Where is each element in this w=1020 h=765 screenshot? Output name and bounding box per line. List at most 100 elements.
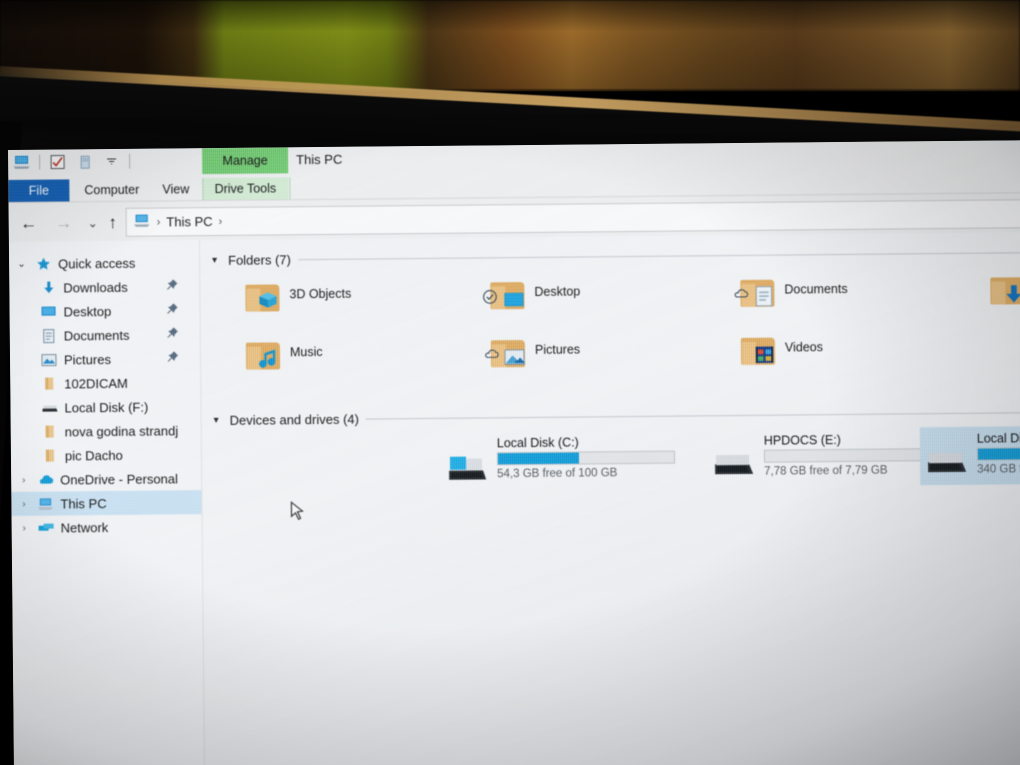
- drive-capacity-fill: [977, 447, 1020, 460]
- group-divider-folders: [297, 251, 1020, 260]
- cloud-icon: [732, 287, 749, 302]
- contextual-tab-manage[interactable]: Manage: [201, 147, 289, 175]
- group-divider-devices: [365, 411, 1020, 420]
- pin-icon[interactable]: [167, 327, 178, 341]
- chevron-down-icon: ⌄: [87, 216, 98, 231]
- chevron-down-icon-folders[interactable]: ▾: [208, 254, 221, 265]
- file-explorer-window: Manage This PC File Computer View Drive …: [8, 140, 1020, 765]
- tab-view[interactable]: View: [162, 178, 189, 200]
- chevron-down-icon[interactable]: ⌄: [15, 258, 28, 269]
- drive-capacity-bar: [496, 450, 676, 466]
- this-pc-icon[interactable]: [12, 153, 31, 172]
- forward-button[interactable]: →: [54, 213, 74, 233]
- customize-chevron-icon[interactable]: [102, 152, 121, 171]
- window-title: This PC: [296, 151, 343, 168]
- tab-file[interactable]: File: [8, 179, 70, 202]
- folder-tile[interactable]: Desktop: [490, 279, 580, 312]
- folder-tile[interactable]: Downloads: [990, 274, 1020, 307]
- drive-free-space-label: 340 GB free of 815 GB: [977, 463, 1020, 476]
- qat-divider-2: [129, 153, 131, 169]
- folder-tile[interactable]: Pictures: [490, 337, 580, 370]
- content-pane[interactable]: ▾ Folders (7) 3D Objects Desktop Documents…: [199, 232, 1020, 765]
- sidebar-item-label: nova godina strandj: [64, 422, 179, 439]
- folder-tile[interactable]: Documents: [740, 276, 848, 309]
- folder-tile[interactable]: Music: [245, 339, 323, 372]
- sidebar-item-network[interactable]: › Network: [12, 514, 202, 540]
- sidebar-item-local-disk-f[interactable]: Local Disk (F:): [10, 394, 200, 420]
- sidebar-item-label: Network: [60, 519, 109, 536]
- drive-info: HPDOCS (E:) 7,78 GB free of 7,79 GB: [763, 432, 943, 479]
- star-icon: [34, 256, 52, 272]
- drive-name: Local Disk (C:): [496, 435, 579, 451]
- sidebar-item-documents[interactable]: Documents: [10, 322, 200, 348]
- folder-tile[interactable]: 3D Objects: [245, 281, 351, 314]
- drive-capacity-fill: [497, 452, 579, 465]
- drive-name: HPDOCS (E:): [763, 433, 841, 448]
- pin-icon[interactable]: [167, 351, 178, 365]
- folder-tile-label: 3D Objects: [289, 286, 352, 302]
- sidebar-item-label: Local Disk (F:): [64, 399, 149, 415]
- sidebar-item-label: Pictures: [63, 351, 112, 367]
- properties-icon[interactable]: [48, 152, 67, 171]
- breadcrumb-separator-2[interactable]: ›: [219, 215, 223, 227]
- sidebar-item-label: Documents: [63, 327, 130, 343]
- breadcrumb-this-pc-icon[interactable]: [133, 214, 151, 231]
- drive-name: Local Disk (F:): [976, 431, 1020, 446]
- sidebar-item-label: Downloads: [63, 279, 128, 295]
- folder-icon: [41, 424, 59, 440]
- sidebar-item-desktop[interactable]: Desktop: [9, 298, 199, 324]
- folder-tile-label: Videos: [784, 340, 823, 355]
- sidebar-item-downloads[interactable]: Downloads: [9, 274, 199, 300]
- back-button[interactable]: ←: [19, 214, 39, 234]
- chevron-down-icon-devices[interactable]: ▾: [210, 414, 223, 425]
- network-icon: [37, 520, 55, 536]
- breadcrumb[interactable]: › This PC ›: [125, 199, 1020, 237]
- synced-check-icon: [482, 289, 497, 307]
- up-button[interactable]: ↑: [103, 213, 123, 233]
- new-folder-icon[interactable]: [75, 152, 94, 171]
- pin-icon[interactable]: [166, 303, 178, 317]
- tab-computer[interactable]: Computer: [84, 179, 139, 202]
- chevron-right-icon[interactable]: ›: [18, 522, 31, 533]
- chevron-right-icon[interactable]: ›: [17, 498, 30, 509]
- quick-access-toolbar: [12, 152, 131, 172]
- sidebar-item-pictures[interactable]: Pictures: [10, 346, 200, 372]
- tab-file-label: File: [28, 183, 50, 198]
- desktop-icon: [39, 304, 57, 320]
- drive-free-space-label: 54,3 GB free of 100 GB: [497, 467, 618, 481]
- sidebar-item-pic-dacho[interactable]: pic Dacho: [11, 442, 201, 468]
- drive-tile[interactable]: Local Disk (C:) 54,3 GB free of 100 GB: [440, 430, 682, 494]
- folder-tile[interactable]: Videos: [740, 334, 823, 367]
- folder-icon: [41, 448, 59, 464]
- drive-capacity-bar: [763, 448, 943, 463]
- sidebar-item-label: pic Dacho: [64, 447, 123, 463]
- chevron-right-icon[interactable]: ›: [17, 474, 30, 485]
- sidebar-item-label: Desktop: [63, 303, 112, 319]
- drive-tile[interactable]: Local Disk (F:) 340 GB free of 815 GB: [919, 424, 1020, 486]
- sidebar-item-nova-godina-strandj[interactable]: nova godina strandj: [11, 418, 201, 444]
- sidebar-item-102dicam[interactable]: 102DICAM: [10, 370, 200, 396]
- documents-icon: [40, 328, 58, 344]
- drive-tile[interactable]: HPDOCS (E:) 7,78 GB free of 7,79 GB: [707, 427, 949, 487]
- pin-icon[interactable]: [166, 279, 178, 293]
- sidebar-item-label: Quick access: [58, 255, 136, 272]
- explorer-body: ⌄ Quick access Downloads Desktop Documents Pi…: [8, 232, 1020, 765]
- hdd-icon: [40, 400, 58, 416]
- back-arrow-icon: ←: [20, 213, 38, 233]
- sidebar-item-onedrive-personal[interactable]: › OneDrive - Personal: [11, 466, 201, 492]
- group-header-devices-label: Devices and drives (4): [229, 411, 359, 428]
- folder-icon: [40, 376, 58, 392]
- breadcrumb-item-this-pc[interactable]: This PC: [166, 214, 212, 229]
- cloud-icon: [483, 347, 500, 362]
- folder-videos-icon: [740, 335, 777, 367]
- sidebar-item-label: 102DICAM: [64, 375, 128, 391]
- drive-free-space-label: 7,78 GB free of 7,79 GB: [764, 464, 888, 478]
- downloads-icon: [39, 280, 57, 296]
- sidebar-item-this-pc[interactable]: › This PC: [11, 490, 202, 516]
- sidebar-item-label: This PC: [60, 495, 107, 512]
- contextual-tab-label: Manage: [222, 153, 268, 168]
- drive-info: Local Disk (C:) 54,3 GB free of 100 GB: [496, 435, 676, 482]
- sidebar-item-quick-access[interactable]: ⌄ Quick access: [9, 250, 199, 276]
- recent-locations-button[interactable]: ⌄: [83, 213, 103, 233]
- monitor-screen: Manage This PC File Computer View Drive …: [8, 140, 1020, 765]
